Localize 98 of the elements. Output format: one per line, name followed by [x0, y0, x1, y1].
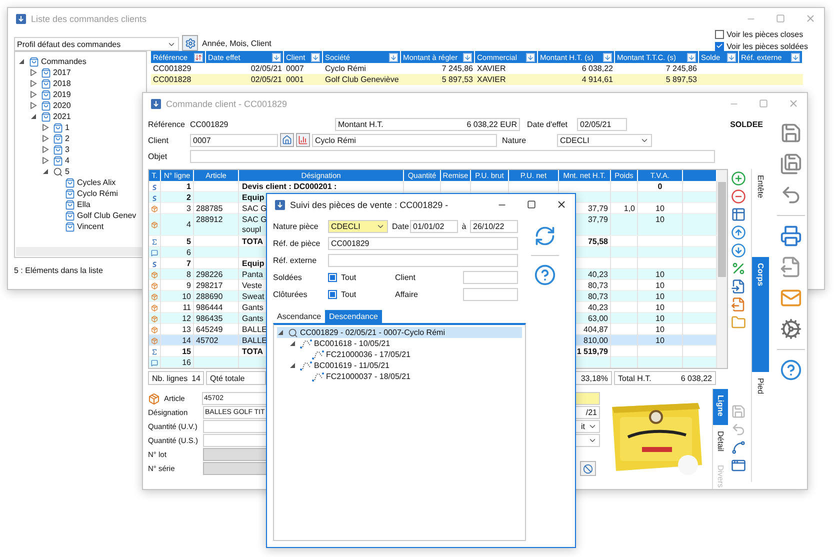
table-cell: BALLE — [242, 336, 267, 346]
window-title: Suivi des pièces de vente : CC001829 - — [290, 200, 448, 210]
table-cell: 14 — [182, 336, 191, 346]
checkbox-label: Tout — [341, 273, 358, 282]
table-cell: 15 — [182, 347, 191, 357]
table-cell: 37,79 — [588, 215, 608, 225]
table-cell: 288912 — [196, 215, 223, 225]
table-cell: Sweat — [242, 292, 264, 302]
table-cell: 5 — [186, 237, 191, 247]
tree-label: CC001829 - 02/05/21 - 0007-Cyclo Rémi — [300, 328, 445, 337]
window-title: Commande client - CC001829 — [166, 98, 288, 108]
table-cell: SAC G soupl — [242, 215, 267, 235]
field-label: à — [460, 222, 468, 231]
table-cell: 16 — [182, 358, 191, 368]
checkbox-label: Tout — [341, 290, 358, 299]
table-cell: Devis client : DC000201 : — [242, 182, 337, 192]
table-cell: 1,0 — [624, 204, 635, 214]
window-title: Liste des commandes clients — [31, 14, 147, 24]
table-cell: 0 — [658, 182, 662, 192]
table-cell: 10 — [656, 215, 664, 225]
table-cell: 6 — [186, 248, 191, 258]
table-cell: SAC G — [242, 204, 267, 214]
field-label: Objet — [148, 152, 168, 160]
table-cell: 3 — [186, 204, 191, 214]
tree-label: FC21000036 - 17/05/21 — [326, 350, 411, 359]
checkbox-label: Voir les pièces soldées — [726, 42, 808, 50]
status-label: SOLDEE — [730, 120, 763, 128]
table-cell: 404,87 — [584, 325, 608, 335]
table-cell: 10 — [656, 292, 664, 302]
table-cell: 1 519,79 — [576, 347, 608, 357]
summary-value: 33,18% — [580, 374, 608, 382]
summary-value: 6 038,22 — [680, 374, 712, 382]
table-cell: Panta — [242, 270, 263, 280]
summary-label: Nb. lignes — [152, 374, 188, 382]
table-cell: 645249 — [196, 325, 223, 335]
table-cell: 10 — [656, 281, 664, 291]
table-cell: 80,73 — [588, 292, 608, 302]
table-cell: 13 — [182, 325, 191, 335]
field-label: Référence — [148, 120, 186, 128]
table-cell: 12 — [182, 314, 191, 324]
field-label: Date d'effet — [527, 120, 569, 128]
amount-field: Montant H.T. 6 038,22 EUR — [335, 118, 520, 130]
field-label: Date — [392, 222, 410, 231]
grouping-label: Année, Mois, Client — [202, 39, 272, 48]
field-label: Réf. externe — [273, 256, 318, 265]
table-cell: 7 — [186, 259, 191, 269]
table-cell: BALLE — [242, 325, 267, 335]
tree-label: BC001618 - 10/05/21 — [314, 339, 390, 348]
table-cell: 986444 — [196, 303, 223, 313]
table-cell: 810,00 — [584, 336, 608, 346]
table-cell: 986435 — [196, 314, 223, 324]
field-label: Clôturées — [273, 290, 308, 299]
table-cell: 10 — [656, 303, 664, 313]
table-cell: 40,23 — [588, 270, 608, 280]
table-cell: Equip — [242, 259, 264, 269]
table-cell: 45702 — [196, 336, 218, 346]
summary-value: 14 — [192, 374, 200, 382]
table-cell: 288690 — [196, 292, 223, 302]
checkbox-label: Voir les pièces closes — [726, 30, 804, 38]
table-cell: Gants — [242, 314, 264, 324]
tree-label: BC001619 - 11/05/21 — [314, 361, 390, 370]
field-label: Client — [148, 136, 170, 144]
summary-label: Qté totale — [210, 374, 245, 382]
table-cell: 1 — [186, 182, 191, 192]
table-cell: 63,00 — [588, 314, 608, 324]
table-cell: Gants — [242, 303, 264, 313]
field-label: Soldées — [273, 273, 303, 282]
field-label: Affaire — [395, 290, 419, 299]
table-cell: 8 — [186, 270, 191, 280]
table-cell: TOTA — [242, 347, 264, 357]
field-label: Nature — [502, 136, 528, 144]
field-label: Client — [395, 273, 416, 282]
table-cell: 9 — [186, 281, 191, 291]
table-cell: TOTA — [242, 237, 264, 247]
table-cell: Veste — [242, 281, 262, 291]
table-cell: 37,79 — [588, 204, 608, 214]
table-cell: 10 — [182, 292, 191, 302]
table-cell: 11 — [182, 303, 191, 313]
table-cell: 10 — [656, 336, 664, 346]
table-cell: 298226 — [196, 270, 223, 280]
tree-label: FC21000037 - 18/05/21 — [326, 372, 411, 381]
table-cell: 10 — [656, 325, 664, 335]
field-label: Réf. de pièce — [273, 239, 322, 248]
status-text: 5 : Eléments dans la liste — [14, 266, 103, 274]
table-cell: 10 — [656, 314, 664, 324]
table-cell: 40,23 — [588, 303, 608, 313]
table-cell: 80,73 — [588, 281, 608, 291]
field-label: Nature pièce — [273, 222, 320, 231]
table-cell: Equip — [242, 193, 264, 203]
table-cell: 298217 — [196, 281, 223, 291]
table-cell: 75,58 — [588, 237, 608, 247]
table-cell: 288785 — [196, 204, 223, 214]
table-cell: 4 — [186, 220, 191, 230]
reference-value: CC001829 — [190, 120, 230, 128]
summary-label: Total H.T. — [618, 374, 652, 382]
table-cell: 10 — [656, 270, 664, 280]
table-cell: 2 — [186, 193, 191, 203]
table-cell: 10 — [656, 204, 664, 214]
